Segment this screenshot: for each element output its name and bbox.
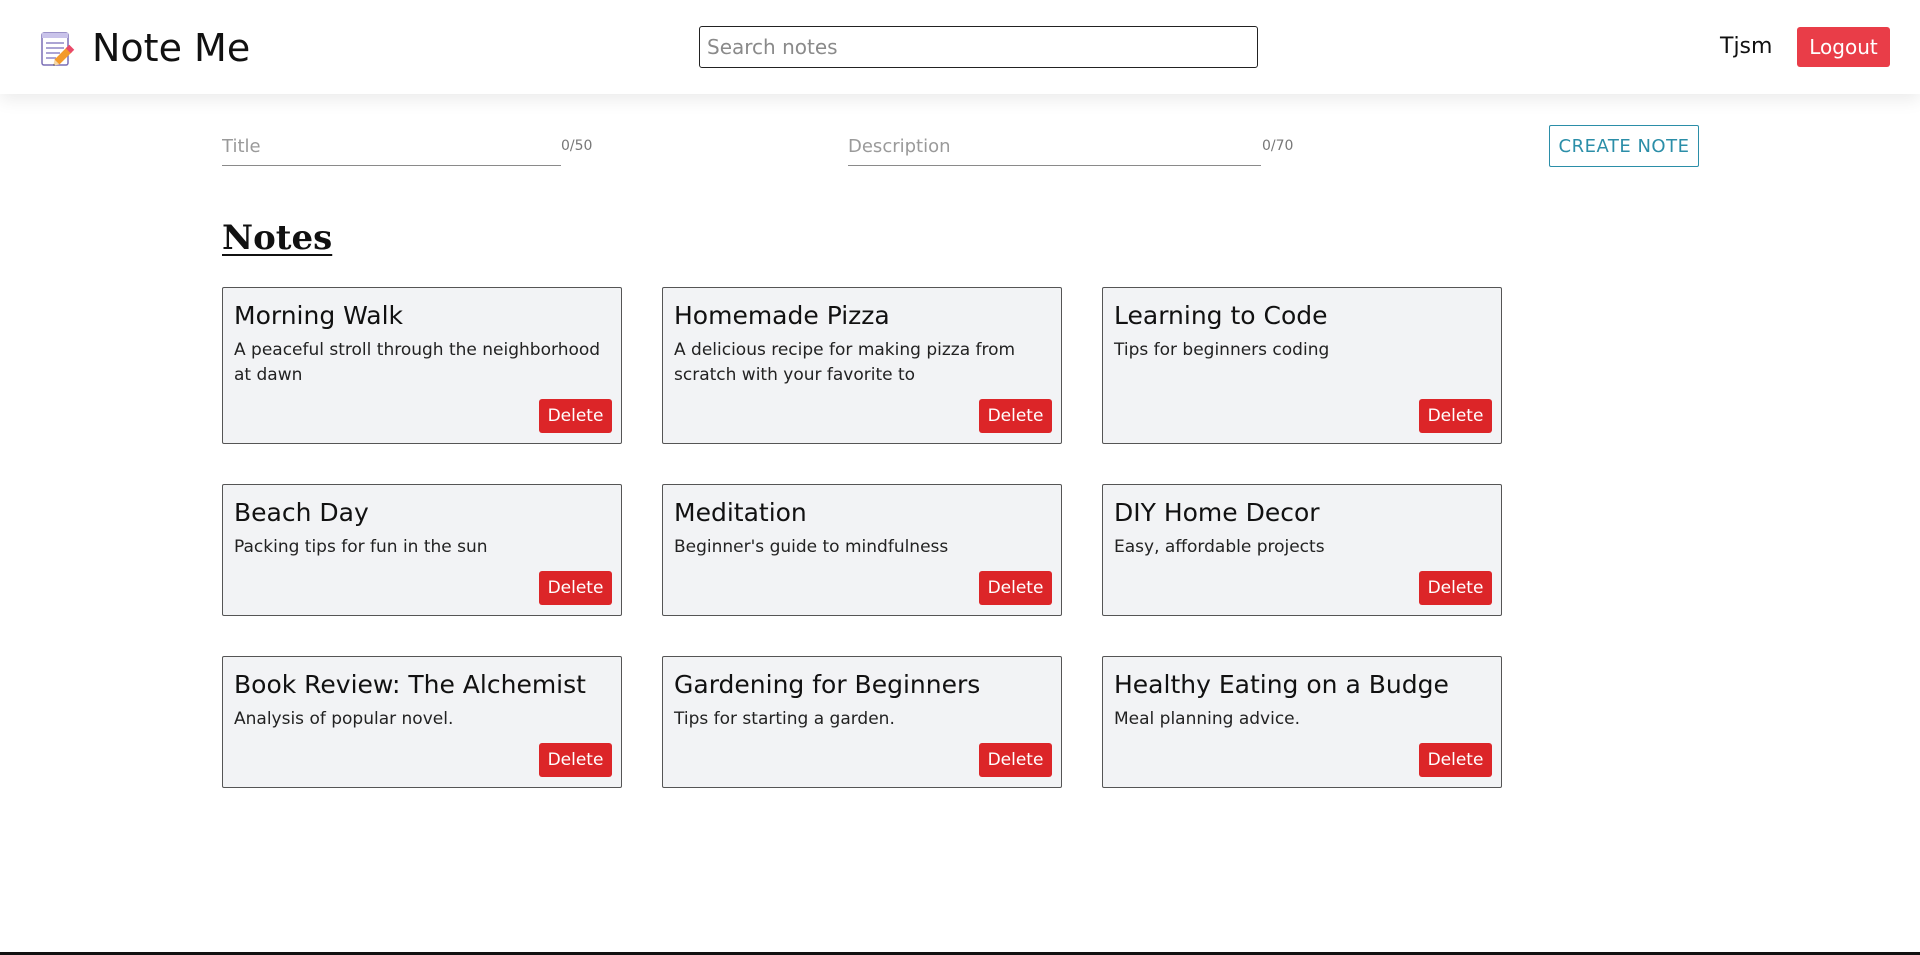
description-field-wrapper [848,128,1261,166]
app-name: Note Me [92,26,251,70]
note-card: Homemade Pizza A delicious recipe for ma… [662,287,1062,444]
note-card: Morning Walk A peaceful stroll through t… [222,287,622,444]
note-description: Easy, affordable projects [1114,537,1325,557]
top-navbar: Note Me Tjsm Logout [0,0,1920,94]
memo-pencil-icon [40,29,76,67]
description-char-counter: 0/70 [1262,138,1294,154]
note-description: A delicious recipe for making pizza from… [674,340,1016,385]
note-description: Tips for beginners coding [1114,340,1330,360]
delete-button[interactable]: Delete [539,571,612,605]
note-description: Beginner's guide to mindfulness [674,537,949,557]
delete-button[interactable]: Delete [1419,743,1492,777]
delete-button[interactable]: Delete [1419,571,1492,605]
delete-button[interactable]: Delete [979,743,1052,777]
notes-heading: Notes [222,218,333,258]
delete-button[interactable]: Delete [979,571,1052,605]
note-title: Beach Day [234,498,369,527]
note-card: DIY Home Decor Easy, affordable projects… [1102,484,1502,616]
note-card: Beach Day Packing tips for fun in the su… [222,484,622,616]
description-input[interactable] [848,128,1261,164]
title-input[interactable] [222,128,561,164]
note-card: Meditation Beginner's guide to mindfulne… [662,484,1062,616]
delete-button[interactable]: Delete [539,399,612,433]
note-description: A peaceful stroll through the neighborho… [234,340,601,385]
note-description: Packing tips for fun in the sun [234,537,488,557]
delete-button[interactable]: Delete [979,399,1052,433]
delete-button[interactable]: Delete [539,743,612,777]
brand[interactable]: Note Me [40,26,250,70]
note-card: Learning to Code Tips for beginners codi… [1102,287,1502,444]
create-note-button[interactable]: CREATE NOTE [1549,125,1699,167]
note-title: DIY Home Decor [1114,498,1320,527]
note-description: Analysis of popular novel. [234,709,454,729]
note-title: Meditation [674,498,807,527]
note-card: Healthy Eating on a Budge Meal planning … [1102,656,1502,788]
logout-button[interactable]: Logout [1797,27,1890,67]
title-field-wrapper [222,128,561,166]
search-input[interactable] [699,26,1258,68]
note-title: Morning Walk [234,301,404,330]
note-card: Book Review: The Alchemist Analysis of p… [222,656,622,788]
note-description: Meal planning advice. [1114,709,1301,729]
note-title: Healthy Eating on a Budge [1114,670,1449,699]
note-title: Learning to Code [1114,301,1328,330]
note-card: Gardening for Beginners Tips for startin… [662,656,1062,788]
page: Note Me Tjsm Logout 0/50 0/70 CREATE NOT… [0,0,1920,955]
delete-button[interactable]: Delete [1419,399,1492,433]
note-title: Homemade Pizza [674,301,890,330]
note-description: Tips for starting a garden. [674,709,895,729]
note-title: Gardening for Beginners [674,670,981,699]
username-label: Tjsm [1720,34,1773,59]
title-char-counter: 0/50 [561,138,593,154]
note-title: Book Review: The Alchemist [234,670,586,699]
